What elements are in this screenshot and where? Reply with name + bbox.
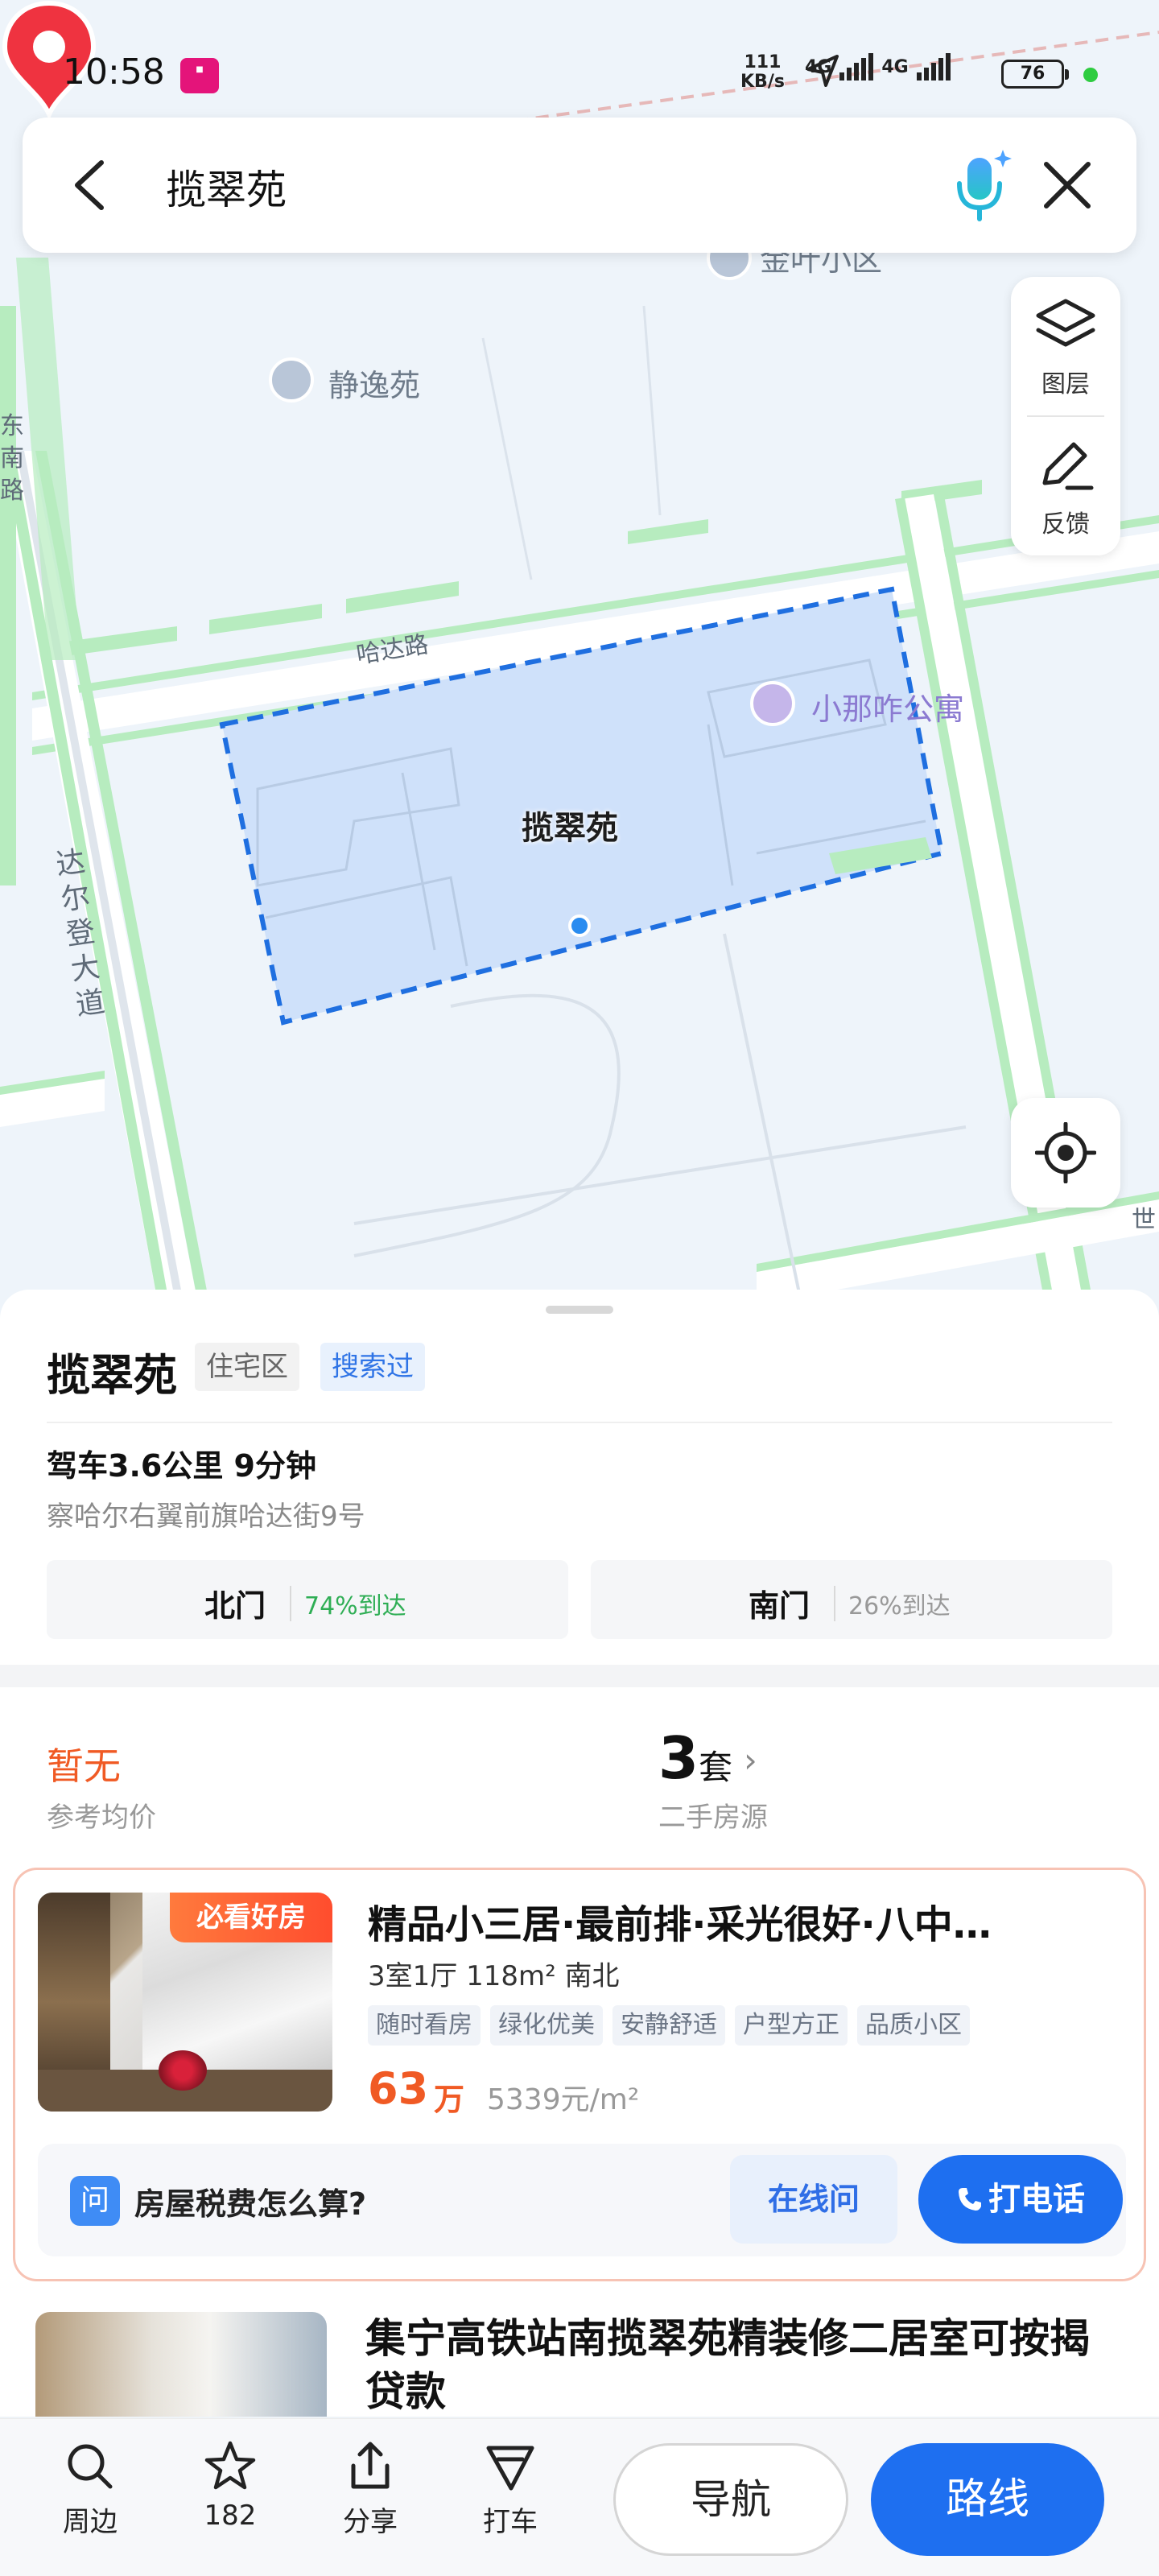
sheet-drag-handle[interactable] bbox=[546, 1306, 613, 1314]
signal-icon bbox=[839, 53, 874, 80]
network-indicators: 4G 4G bbox=[805, 53, 951, 87]
south-gate-button[interactable]: 南门 26%到达 bbox=[591, 1560, 1112, 1639]
searched-before-tag: 搜索过 bbox=[320, 1343, 425, 1391]
listing-unit-price: 5339元/m² bbox=[487, 2083, 640, 2116]
favorite-button[interactable]: 182 bbox=[182, 2438, 278, 2532]
share-icon bbox=[351, 2442, 390, 2489]
taxi-button[interactable]: 打车 bbox=[462, 2438, 559, 2539]
listing-spec: 3室1厅 118m² 南北 bbox=[368, 1960, 620, 1992]
tax-question-row[interactable]: 问 房屋税费怎么算? 在线问 打电话 bbox=[38, 2144, 1126, 2256]
status-time: 10:58 bbox=[63, 52, 165, 93]
address: 察哈尔右翼前旗哈达街9号 bbox=[47, 1501, 365, 1533]
listing-title-2[interactable]: 集宁高铁站南揽翠苑精装修二居室可按揭贷款 bbox=[365, 2312, 1122, 2418]
divider bbox=[47, 1422, 1112, 1423]
nearby-button[interactable]: 周边 bbox=[42, 2438, 138, 2539]
place-type-tag: 住宅区 bbox=[195, 1343, 299, 1391]
search-bar[interactable]: 揽翠苑 bbox=[23, 118, 1136, 253]
listing-card-2[interactable]: 集宁高铁站南揽翠苑精装修二居室可按揭贷款 bbox=[35, 2312, 1146, 2425]
chevron-right-icon: › bbox=[744, 1740, 757, 1780]
search-icon bbox=[68, 2444, 113, 2489]
question-icon: 问 bbox=[70, 2176, 120, 2226]
bottom-action-bar: 周边 182 分享 打车 导航 路线 bbox=[0, 2418, 1159, 2576]
map-view[interactable]: 10:58 ■ 111 KB/s 4G 4G 76 揽翠苑 金叶小区 静逸苑 哈… bbox=[0, 0, 1159, 1320]
listing-price: 63 bbox=[368, 2063, 429, 2114]
listing-title[interactable]: 精品小三居·最前排·采光很好·八中… bbox=[368, 1893, 1124, 1949]
signal-icon-2 bbox=[916, 53, 951, 80]
road-label-left: 东南路 bbox=[0, 412, 24, 505]
listing-card[interactable]: 必看好房 精品小三居·最前排·采光很好·八中… 3室1厅 118m² 南北 随时… bbox=[13, 1868, 1146, 2281]
poi-xiaonazha-label[interactable]: 小那咋公寓 bbox=[811, 684, 964, 729]
ask-online-button[interactable]: 在线问 bbox=[730, 2155, 897, 2244]
listing-tag: 安静舒适 bbox=[612, 2005, 725, 2046]
notification-app-icon: ■ bbox=[180, 58, 219, 93]
close-icon[interactable] bbox=[1033, 151, 1101, 219]
drive-info: 驾车3.6公里 9分钟 bbox=[47, 1448, 316, 1484]
star-icon bbox=[204, 2441, 256, 2490]
listing-tag: 绿化优美 bbox=[490, 2005, 603, 2046]
back-arrow-icon[interactable] bbox=[58, 151, 126, 219]
route-button[interactable]: 路线 bbox=[871, 2443, 1104, 2556]
battery-icon: 76 bbox=[1001, 60, 1069, 89]
search-query[interactable]: 揽翠苑 bbox=[166, 158, 287, 216]
must-see-badge: 必看好房 bbox=[170, 1893, 332, 1942]
listing-photo-2[interactable] bbox=[35, 2312, 327, 2417]
mic-active-dot bbox=[1083, 68, 1098, 82]
poi-xiaonazha-icon[interactable] bbox=[750, 681, 795, 726]
avg-price-value: 暂无 bbox=[47, 1744, 121, 1788]
feedback-pen-icon bbox=[1042, 442, 1094, 490]
status-bar: 10:58 ■ 111 KB/s 4G 4G 76 bbox=[0, 0, 1159, 113]
share-button[interactable]: 分享 bbox=[322, 2438, 419, 2539]
location-arrow-icon bbox=[806, 55, 839, 87]
place-detail-sheet[interactable]: 揽翠苑 住宅区 搜索过 驾车3.6公里 9分钟 察哈尔右翼前旗哈达街9号 北门 … bbox=[0, 1290, 1159, 2417]
feedback-button[interactable]: 反馈 bbox=[1011, 417, 1120, 554]
road-label-right-edge: 世 bbox=[1132, 1206, 1156, 1234]
poi-jingyi-label[interactable]: 静逸苑 bbox=[328, 361, 420, 405]
layers-button[interactable]: 图层 bbox=[1011, 277, 1120, 414]
avg-price-label: 参考均价 bbox=[47, 1802, 156, 1834]
map-tools-panel: 图层 反馈 bbox=[1011, 277, 1120, 555]
call-button[interactable]: 打电话 bbox=[918, 2155, 1123, 2244]
layers-icon bbox=[1036, 299, 1095, 347]
north-gate-button[interactable]: 北门 74%到达 bbox=[47, 1560, 568, 1639]
crosshair-icon bbox=[1035, 1122, 1096, 1183]
voice-mic-icon[interactable] bbox=[940, 143, 1024, 227]
listing-tags: 随时看房 绿化优美 安静舒适 户型方正 品质小区 bbox=[368, 2005, 970, 2046]
phone-icon bbox=[959, 2188, 981, 2211]
navigate-button[interactable]: 导航 bbox=[613, 2443, 848, 2556]
listing-tag: 随时看房 bbox=[368, 2005, 481, 2046]
tax-question[interactable]: 房屋税费怎么算? bbox=[134, 2179, 366, 2223]
pin-label[interactable]: 揽翠苑 bbox=[522, 802, 618, 848]
entrance-dot bbox=[568, 914, 591, 937]
poi-jingyi-icon[interactable] bbox=[269, 357, 314, 402]
taxi-icon bbox=[486, 2446, 534, 2491]
net-speed: 111 KB/s bbox=[740, 52, 785, 92]
section-separator bbox=[0, 1665, 1159, 1687]
listing-tag: 品质小区 bbox=[857, 2005, 970, 2046]
locate-me-button[interactable] bbox=[1011, 1098, 1120, 1208]
listing-price-unit: 万 bbox=[434, 2082, 465, 2117]
place-name: 揽翠苑 bbox=[47, 1350, 177, 1401]
listing-tag: 户型方正 bbox=[735, 2005, 848, 2046]
